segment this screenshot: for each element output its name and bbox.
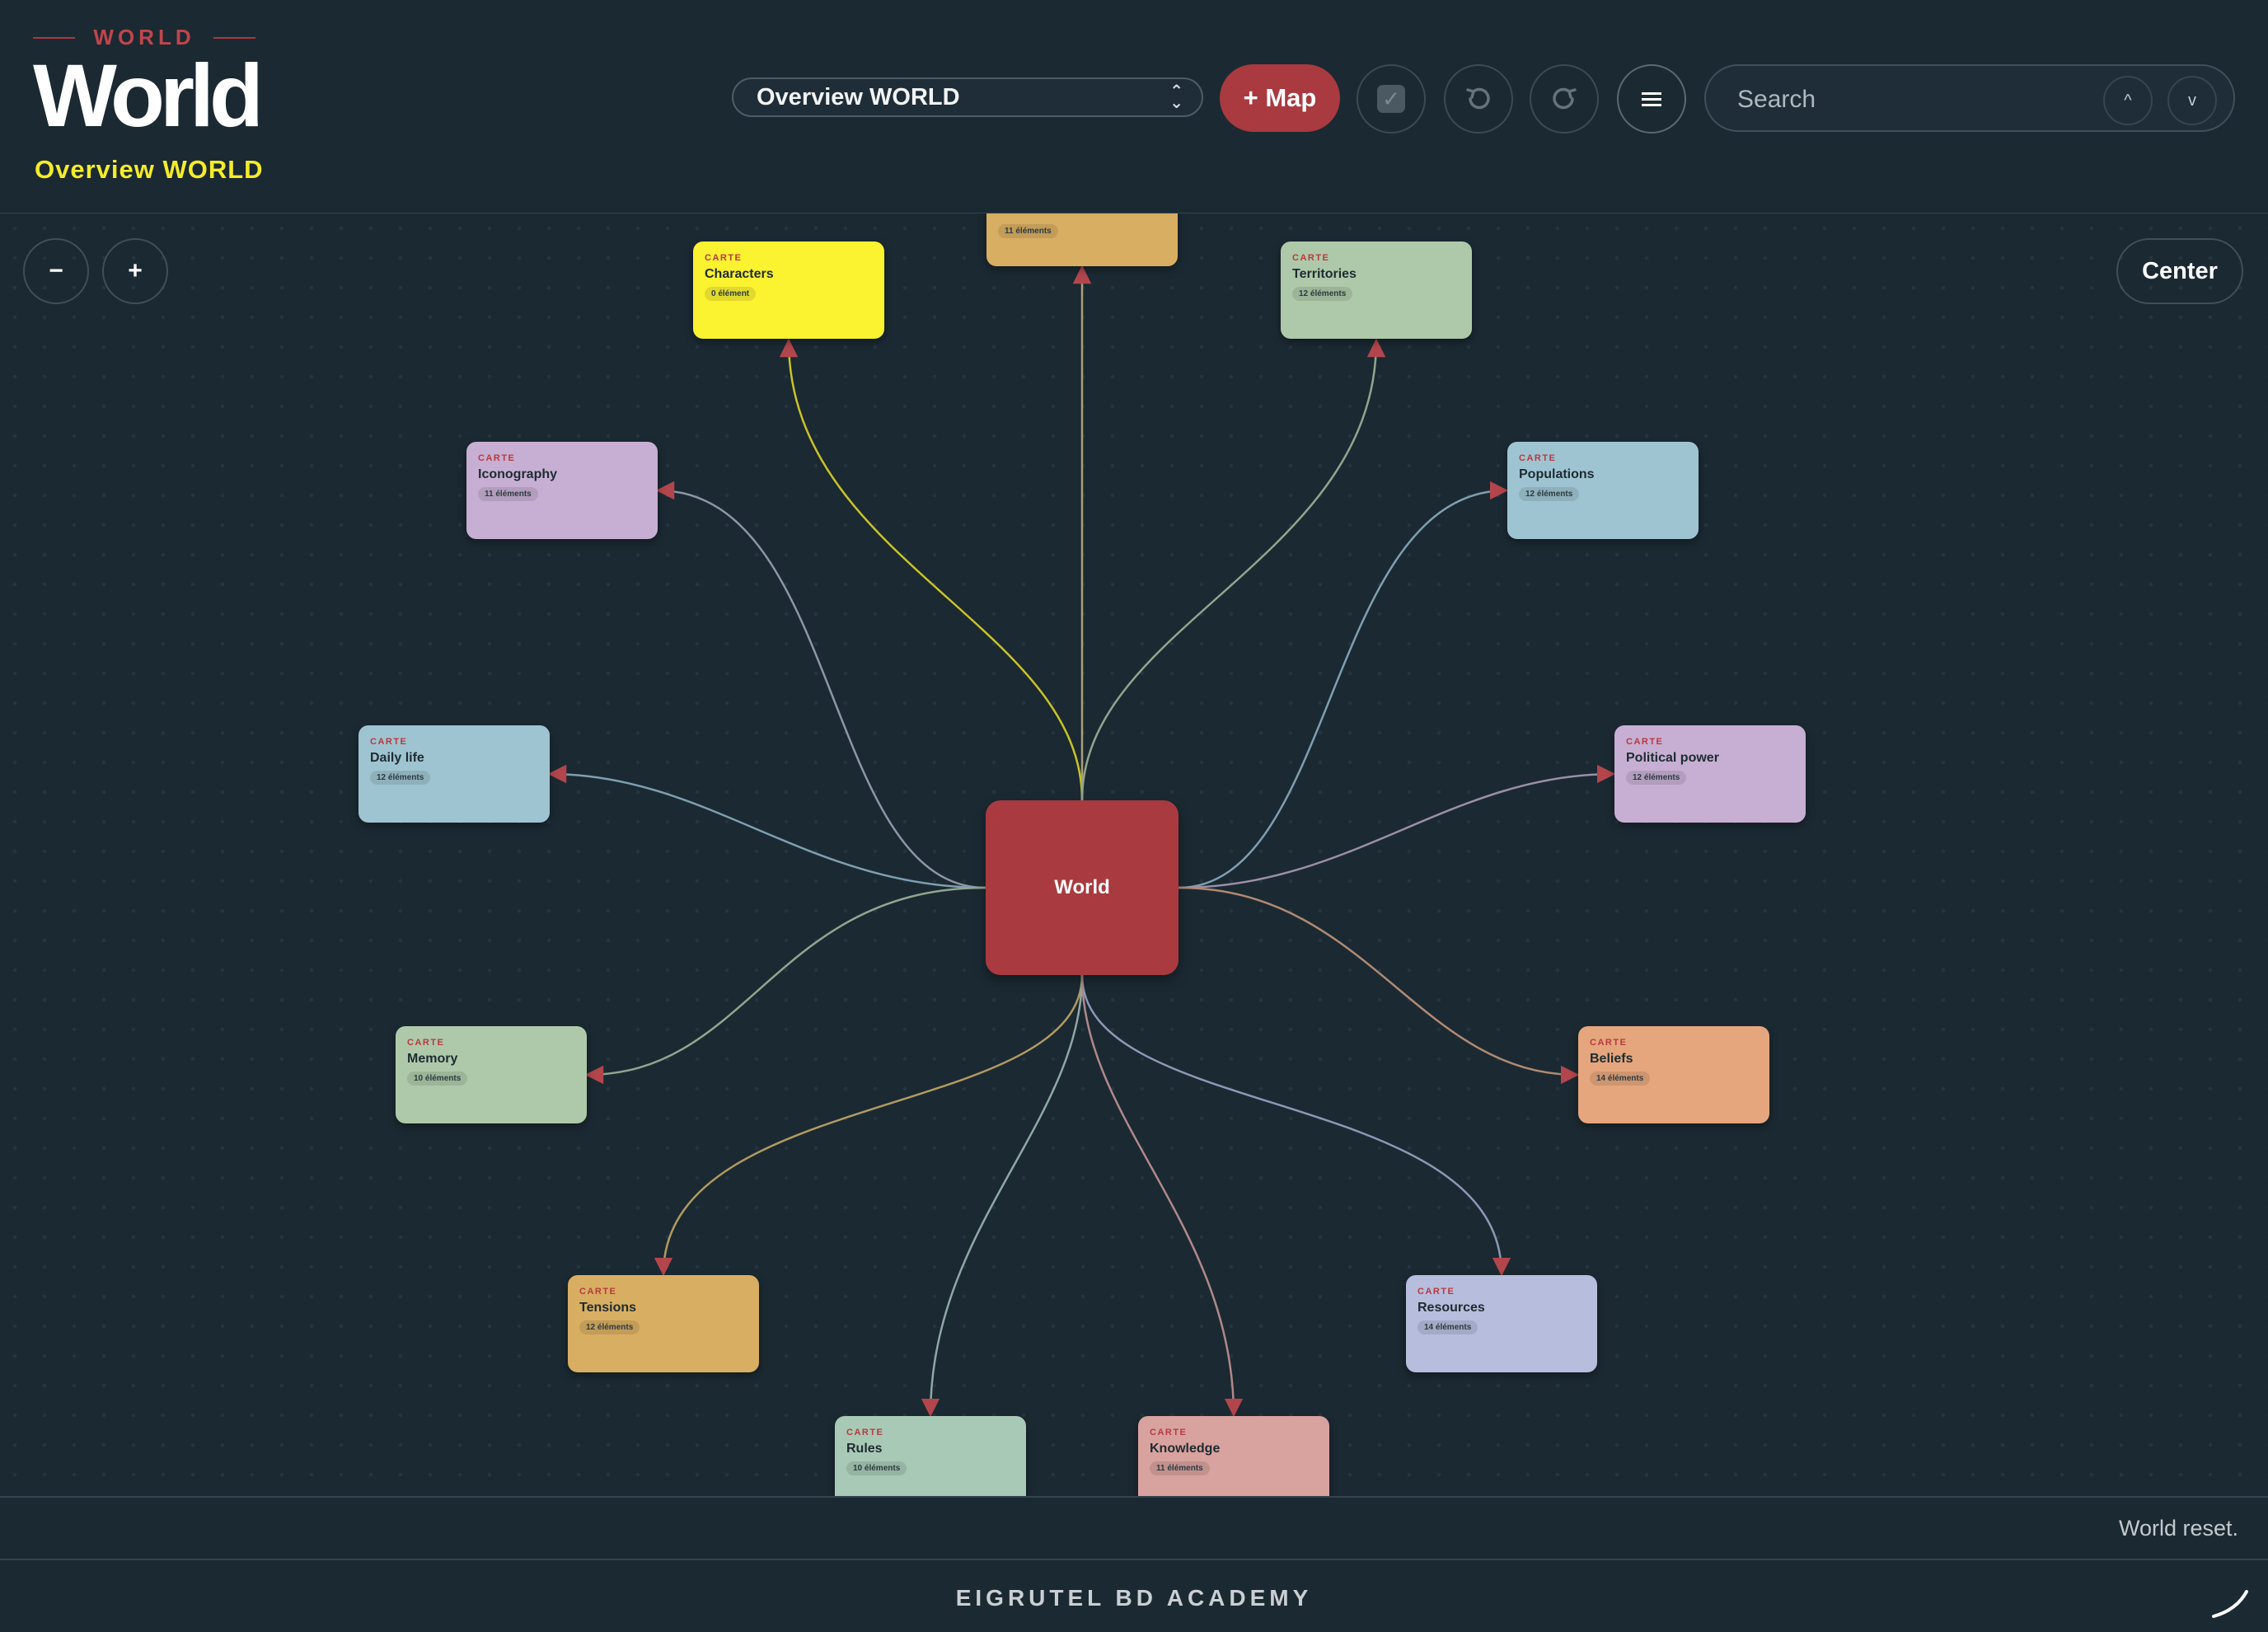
node-label: Territories (1292, 267, 1357, 281)
node-count-badge: 10 éléments (846, 1461, 907, 1475)
node-label: Populations (1519, 467, 1595, 481)
map-node-daily-life[interactable]: CARTE Daily life 12 éléments (358, 725, 550, 823)
edge-memory (584, 886, 986, 1085)
search-box: ^ v (1704, 64, 2235, 132)
edge-populations (1178, 481, 1509, 889)
map-node-beliefs[interactable]: CARTE Beliefs 14 éléments (1578, 1026, 1769, 1123)
map-node-territories[interactable]: CARTE Territories 12 éléments (1281, 242, 1472, 339)
node-count-badge: 12 éléments (1519, 487, 1580, 501)
node-label: Resources (1418, 1301, 1485, 1315)
node-count-badge: 12 éléments (370, 771, 431, 785)
zoom-out-button[interactable]: − (23, 238, 89, 304)
map-canvas[interactable]: − + Center CARTE Characters 0 élément 11… (0, 213, 2268, 1496)
check-icon: ✓ (1377, 85, 1405, 113)
edge-daily-life (547, 764, 986, 889)
app-title: World (33, 45, 264, 145)
node-kicker: CARTE (1590, 1038, 1628, 1048)
map-node-tensions[interactable]: CARTE Tensions 12 éléments (568, 1275, 759, 1372)
node-count-badge: 11 éléments (1150, 1461, 1210, 1475)
node-count-badge: 11 éléments (998, 224, 1058, 238)
edge-iconography (655, 481, 986, 889)
menu-button[interactable] (1617, 64, 1686, 134)
eyebrow-rule-right (213, 36, 256, 39)
node-kicker: CARTE (579, 1287, 617, 1297)
edge-knowledge (1080, 974, 1244, 1418)
eyebrow-rule-left (33, 36, 76, 39)
map-select-value: Overview WORLD (757, 83, 960, 110)
validate-button[interactable]: ✓ (1357, 64, 1426, 134)
footer-brand: EIGRUTEL BD ACADEMY (955, 1585, 1313, 1611)
app-subtitle: Overview WORLD (35, 155, 264, 184)
node-label: Knowledge (1150, 1442, 1221, 1456)
node-kicker: CARTE (1626, 737, 1664, 747)
map-node-resources[interactable]: CARTE Resources 14 éléments (1406, 1275, 1597, 1372)
node-count-badge: 0 élément (705, 287, 757, 301)
search-prev-button[interactable]: ^ (2103, 76, 2153, 125)
edge-beliefs (1178, 886, 1580, 1085)
hamburger-icon (1642, 92, 1661, 106)
app-header: WORLD World Overview WORLD Overview WORL… (0, 0, 2268, 214)
map-node-knowledge[interactable]: CARTE Knowledge 11 éléments (1138, 1416, 1329, 1496)
undo-icon (1466, 87, 1490, 110)
node-count-badge: 12 éléments (1626, 771, 1687, 785)
node-label: Rules (846, 1442, 883, 1456)
node-count-badge: 11 éléments (478, 487, 538, 501)
node-label: Tensions (579, 1301, 637, 1315)
edge-territories (1080, 338, 1386, 801)
undo-button[interactable] (1444, 64, 1513, 134)
node-kicker: CARTE (478, 453, 516, 463)
search-input[interactable] (1736, 81, 2069, 119)
map-node-characters[interactable]: CARTE Characters 0 élément (693, 242, 884, 339)
root-node-world[interactable]: World (986, 800, 1179, 975)
node-count-badge: 14 éléments (1418, 1320, 1478, 1334)
edge-political-power (1178, 764, 1616, 889)
node-kicker: CARTE (1292, 253, 1330, 263)
edge-resources (1080, 974, 1511, 1277)
edge-tensions (654, 974, 1084, 1277)
zoom-in-button[interactable]: + (102, 238, 168, 304)
node-kicker: CARTE (1418, 1287, 1455, 1297)
redo-button[interactable] (1530, 64, 1599, 134)
map-node-populations[interactable]: CARTE Populations 12 éléments (1507, 442, 1699, 539)
node-label: Daily life (370, 751, 424, 765)
status-message: World reset. (2118, 1516, 2238, 1541)
node-count-badge: 10 éléments (407, 1072, 468, 1086)
map-node-memory[interactable]: CARTE Memory 10 éléments (396, 1026, 587, 1123)
node-label: Characters (705, 267, 774, 281)
edge-characters (779, 338, 1084, 801)
map-node-iconography[interactable]: CARTE Iconography 11 éléments (466, 442, 658, 539)
node-label: Iconography (478, 467, 558, 481)
edge-rules (921, 974, 1084, 1418)
add-map-button[interactable]: + Map (1220, 64, 1340, 132)
node-kicker: CARTE (1150, 1428, 1188, 1437)
node-kicker: CARTE (1519, 453, 1557, 463)
map-select[interactable]: Overview WORLD ⌃ ⌄ (732, 77, 1203, 117)
resize-handle-icon[interactable] (2204, 1575, 2253, 1625)
map-node-rules[interactable]: CARTE Rules 10 éléments (835, 1416, 1026, 1496)
node-kicker: CARTE (407, 1038, 445, 1048)
node-label: Memory (407, 1052, 458, 1066)
node-kicker: CARTE (846, 1428, 884, 1437)
node-count-badge: 12 éléments (579, 1320, 640, 1334)
select-chevron-icon: ⌃ ⌄ (1169, 82, 1183, 112)
status-bar: World reset. (0, 1496, 2268, 1560)
node-label: Political power (1626, 751, 1719, 765)
node-count-badge: 14 éléments (1590, 1072, 1651, 1086)
app-footer: EIGRUTEL BD ACADEMY (0, 1560, 2268, 1632)
node-label: Beliefs (1590, 1052, 1633, 1066)
node-kicker: CARTE (705, 253, 743, 263)
map-node-political-power[interactable]: CARTE Political power 12 éléments (1614, 725, 1806, 823)
redo-icon (1553, 87, 1577, 110)
map-node-top[interactable]: 11 éléments (986, 213, 1178, 266)
search-next-button[interactable]: v (2167, 76, 2217, 125)
node-count-badge: 12 éléments (1292, 287, 1353, 301)
node-kicker: CARTE (370, 737, 408, 747)
center-button[interactable]: Center (2116, 238, 2243, 304)
